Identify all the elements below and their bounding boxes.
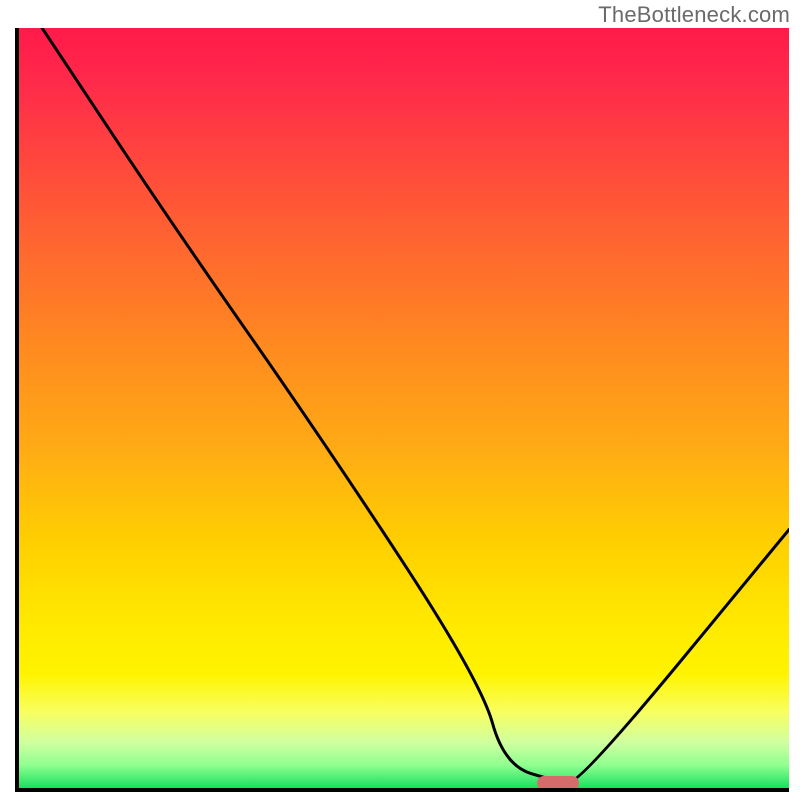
chart-container: TheBottleneck.com [0, 0, 800, 800]
curve-svg [19, 28, 789, 788]
plot-area [15, 28, 789, 792]
bottleneck-curve [42, 28, 789, 782]
optimal-point-marker [537, 776, 579, 790]
watermark-text: TheBottleneck.com [598, 2, 790, 28]
